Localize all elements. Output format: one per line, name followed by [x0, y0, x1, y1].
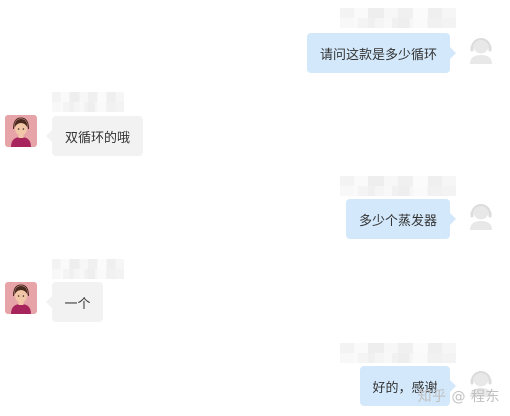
message-text: 多少个蒸发器 [358, 213, 437, 229]
headset-agent-icon [465, 199, 497, 231]
sender-name-redacted [340, 8, 456, 28]
sender-name-redacted [52, 259, 124, 279]
message-text: 双循环的哦 [64, 130, 130, 146]
user-avatar-icon [5, 115, 37, 147]
message-text: 一个 [64, 296, 91, 312]
sender-name-redacted [52, 92, 124, 112]
watermark: 知乎 @ 程东 [417, 389, 500, 405]
user-avatar-icon [5, 282, 37, 314]
message-text: 请问这款是多少循环 [319, 47, 437, 63]
message-bubble-outgoing: 多少个蒸发器 [346, 199, 456, 239]
sender-name-redacted [340, 343, 456, 363]
sender-name-redacted [340, 176, 456, 196]
headset-agent-icon [465, 33, 497, 65]
message-bubble-incoming: 双循环的哦 [46, 116, 143, 156]
message-bubble-outgoing: 请问这款是多少循环 [307, 33, 456, 73]
message-bubble-incoming: 一个 [46, 282, 103, 322]
